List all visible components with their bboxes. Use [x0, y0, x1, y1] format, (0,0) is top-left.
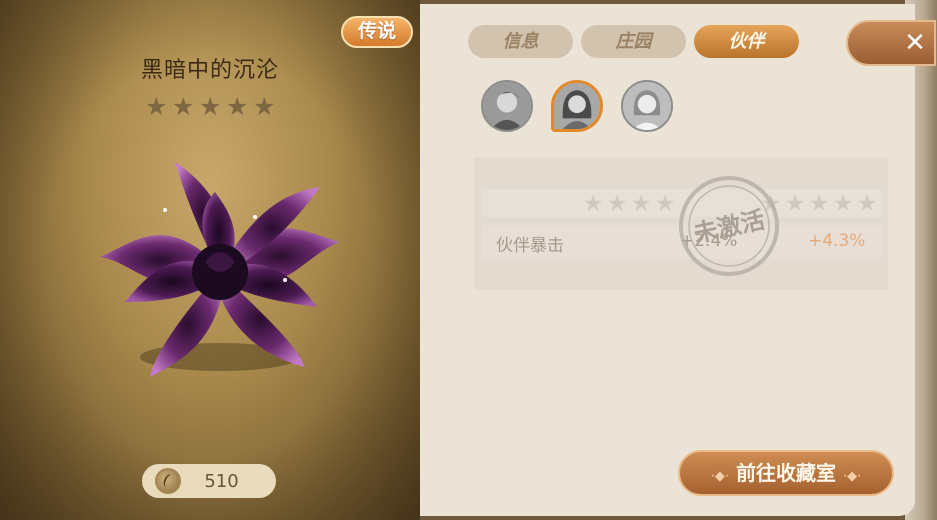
star-icon: ★	[606, 191, 628, 217]
partner-avatar-list	[481, 80, 673, 132]
svg-text:未激活: 未激活	[691, 205, 767, 248]
partner-avatar[interactable]	[621, 80, 673, 132]
tab-partner[interactable]: 伙伴	[694, 25, 799, 58]
star-icon: ★	[856, 191, 878, 217]
star-icon: ★	[253, 92, 276, 121]
feather-coin-icon	[155, 468, 181, 494]
close-button[interactable]: ✕	[846, 20, 936, 66]
stat-name: 伙伴暴击	[496, 236, 564, 256]
star-icon: ★	[832, 191, 854, 217]
item-star-rating: ★ ★ ★ ★ ★	[145, 92, 277, 121]
star-icon: ★	[582, 191, 604, 217]
partner-bonus-card: ★ ★ ★ ★ ★ ★ ★ ★ ★ 伙伴暴击 +2.4% +4.3% 未激活	[474, 157, 888, 290]
star-icon: ★	[784, 191, 806, 217]
current-star-level: ★ ★ ★ ★	[582, 191, 676, 217]
tab-manor[interactable]: 庄园	[581, 25, 686, 58]
tab-info[interactable]: 信息	[468, 25, 573, 58]
star-icon: ★	[630, 191, 652, 217]
dark-flower-image	[100, 162, 340, 377]
star-icon: ★	[145, 92, 168, 121]
stat-value-next: +4.3%	[808, 231, 866, 251]
star-icon: ★	[654, 191, 676, 217]
star-icon: ★	[226, 92, 249, 121]
ornament-icon: ·◆·	[710, 469, 730, 484]
item-count-value: 510	[204, 470, 239, 492]
partner-avatar[interactable]	[481, 80, 533, 132]
detail-tabs: 信息 庄园 伙伴	[468, 25, 799, 58]
item-count-pill: 510	[142, 464, 276, 498]
go-to-collection-button[interactable]: ·◆· 前往收藏室 ·◆·	[678, 450, 894, 496]
star-icon: ★	[808, 191, 830, 217]
star-icon: ★	[172, 92, 195, 121]
item-title: 黑暗中的沉沦	[140, 58, 279, 83]
rarity-badge: 传说	[341, 16, 413, 48]
inactive-seal-stamp: 未激活	[679, 176, 779, 276]
star-icon: ★	[199, 92, 222, 121]
close-icon: ✕	[904, 28, 926, 58]
collection-button-label: 前往收藏室	[736, 461, 836, 485]
partner-avatar-selected[interactable]	[551, 80, 603, 132]
ornament-icon: ·◆·	[842, 469, 862, 484]
